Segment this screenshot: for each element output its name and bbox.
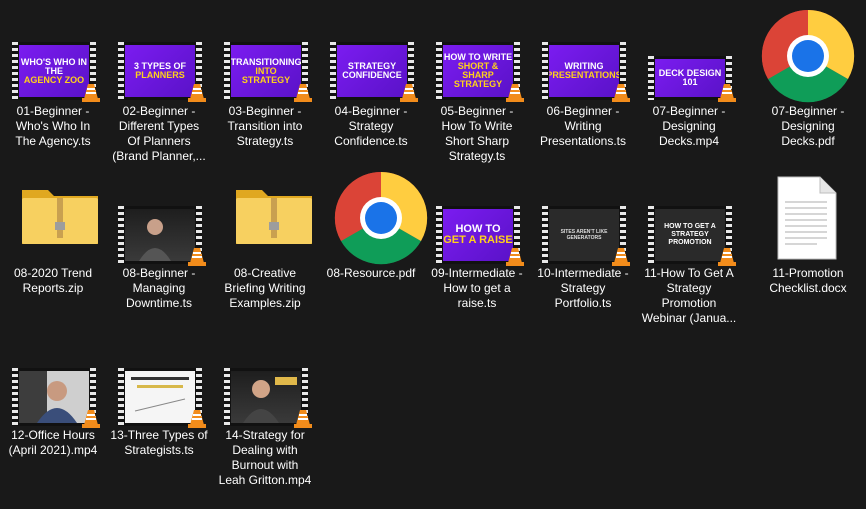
vlc-cone-icon xyxy=(400,84,418,102)
video-thumbnail: HOW TO GET A STRATEGY PROMOTION xyxy=(648,206,736,266)
file-label: 11-Promotion Checklist.docx xyxy=(769,266,847,295)
video-thumbnail xyxy=(118,206,206,266)
file-grid: WHO'S WHO IN THE AGENCY ZOO 01-Beginner -… xyxy=(0,0,866,509)
vlc-cone-icon xyxy=(188,248,206,266)
zip-folder-icon xyxy=(22,190,98,244)
file-label: 08-Resource.pdf xyxy=(326,266,416,280)
file-label: 11-How To Get A Strategy Promotion Webin… xyxy=(641,266,737,325)
file-label: 08-Beginner - Managing Downtime.ts xyxy=(122,266,196,310)
file-label: 03-Beginner - Transition into Strategy.t… xyxy=(227,104,303,148)
video-thumbnail: STRATEGY CONFIDENCE xyxy=(330,42,418,102)
vlc-cone-icon xyxy=(188,410,206,428)
vlc-cone-icon xyxy=(718,84,736,102)
video-thumbnail: TRANSITIONING INTO STRATEGY xyxy=(224,42,312,102)
file-label: 01-Beginner - Who's Who In The Agency.ts xyxy=(15,104,91,148)
file-label: 04-Beginner - Strategy Confidence.ts xyxy=(334,104,408,148)
video-thumbnail xyxy=(12,368,100,428)
video-thumbnail: HOW TO GET A RAISE xyxy=(436,206,524,266)
vlc-cone-icon xyxy=(82,410,100,428)
vlc-cone-icon xyxy=(294,84,312,102)
file-label: 08-Creative Briefing Writing Examples.zi… xyxy=(224,266,306,310)
zip-folder-icon xyxy=(236,190,312,244)
vlc-cone-icon xyxy=(612,248,630,266)
file-label: 08-2020 Trend Reports.zip xyxy=(13,266,93,295)
file-label: 07-Beginner - Designing Decks.mp4 xyxy=(652,104,726,148)
file-label: 13-Three Types of Strategists.ts xyxy=(110,428,208,457)
vlc-cone-icon xyxy=(718,248,736,266)
file-label: 07-Beginner - Designing Decks.pdf xyxy=(771,104,845,148)
file-label: 05-Beginner - How To Write Short Sharp S… xyxy=(440,104,514,163)
file-label: 14-Strategy for Dealing with Burnout wit… xyxy=(218,428,312,487)
vlc-cone-icon xyxy=(294,410,312,428)
file-label: 06-Beginner - Writing Presentations.ts xyxy=(539,104,627,148)
file-label: 12-Office Hours (April 2021).mp4 xyxy=(8,428,98,457)
video-thumbnail: SITES AREN'T LIKE GENERATORS xyxy=(542,206,630,266)
chrome-pdf-icon xyxy=(334,171,428,265)
video-thumbnail: WHO'S WHO IN THE AGENCY ZOO xyxy=(12,42,100,102)
vlc-cone-icon xyxy=(506,248,524,266)
vlc-cone-icon xyxy=(612,84,630,102)
vlc-cone-icon xyxy=(506,84,524,102)
video-thumbnail xyxy=(224,368,312,428)
file-label: 09-Intermediate - How to get a raise.ts xyxy=(431,266,523,310)
document-icon xyxy=(777,176,837,260)
vlc-cone-icon xyxy=(82,84,100,102)
vlc-cone-icon xyxy=(188,84,206,102)
file-label: 10-Intermediate - Strategy Portfolio.ts xyxy=(537,266,629,310)
video-thumbnail: DECK DESIGN 101 xyxy=(648,56,736,102)
video-thumbnail xyxy=(118,368,206,428)
video-thumbnail: 3 TYPES OF PLANNERS xyxy=(118,42,206,102)
video-thumbnail: HOW TO WRITE SHORT & SHARP STRATEGY xyxy=(436,42,524,102)
chrome-pdf-icon xyxy=(761,9,855,103)
video-thumbnail: WRITING PRESENTATIONS xyxy=(542,42,630,102)
file-label: 02-Beginner - Different Types Of Planner… xyxy=(112,104,206,163)
